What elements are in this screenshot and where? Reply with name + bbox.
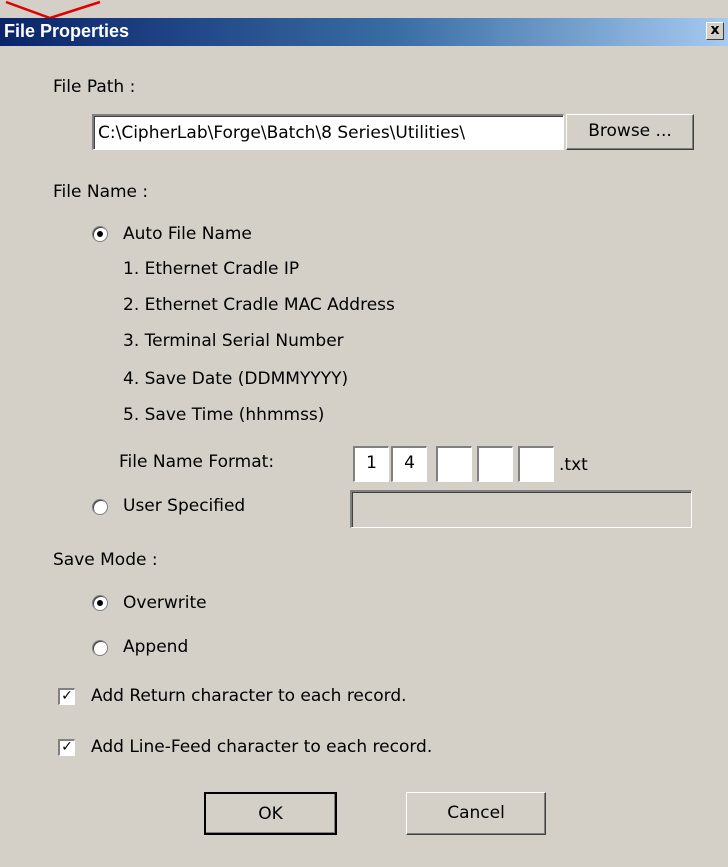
file-path-label: File Path : <box>53 77 136 97</box>
checkmark-icon: ✓ <box>61 739 73 755</box>
format-field-5[interactable] <box>518 446 554 482</box>
format-field-2[interactable]: 4 <box>391 446 427 482</box>
append-radio[interactable] <box>92 640 108 656</box>
option-item: 5. Save Time (hhmmss) <box>123 405 325 425</box>
format-field-3[interactable] <box>436 446 472 482</box>
add-linefeed-checkbox[interactable]: ✓ <box>58 739 75 756</box>
add-return-label[interactable]: Add Return character to each record. <box>91 686 407 706</box>
overwrite-label[interactable]: Overwrite <box>123 593 207 613</box>
title-bar[interactable]: File Properties x <box>0 18 728 46</box>
option-item: 4. Save Date (DDMMYYYY) <box>123 369 349 389</box>
add-linefeed-label[interactable]: Add Line-Feed character to each record. <box>91 737 432 757</box>
close-button[interactable]: x <box>706 22 724 40</box>
file-extension-label: .txt <box>559 455 588 475</box>
radio-selected-dot <box>97 231 103 237</box>
cancel-button[interactable]: Cancel <box>406 792 546 835</box>
option-item: 3. Terminal Serial Number <box>123 331 344 351</box>
auto-file-name-label[interactable]: Auto File Name <box>123 224 252 244</box>
overwrite-radio[interactable] <box>92 595 108 611</box>
format-field-1[interactable]: 1 <box>353 446 389 482</box>
append-label[interactable]: Append <box>123 637 188 657</box>
dialog-title: File Properties <box>4 21 130 41</box>
close-icon: x <box>710 22 720 38</box>
file-path-input[interactable]: C:\CipherLab\Forge\Batch\8 Series\Utilit… <box>92 114 564 150</box>
file-name-format-label: File Name Format: <box>119 452 275 472</box>
option-item: 2. Ethernet Cradle MAC Address <box>123 295 395 315</box>
user-specified-input[interactable] <box>350 490 692 528</box>
save-mode-label: Save Mode : <box>53 550 158 570</box>
file-name-label: File Name : <box>53 182 149 202</box>
browse-button[interactable]: Browse ... <box>566 114 694 150</box>
radio-selected-dot <box>97 600 103 606</box>
auto-file-name-radio[interactable] <box>92 226 108 242</box>
ok-button[interactable]: OK <box>204 792 337 835</box>
option-item: 1. Ethernet Cradle IP <box>123 259 300 279</box>
checkmark-icon: ✓ <box>61 688 73 704</box>
user-specified-radio[interactable] <box>92 499 108 515</box>
add-return-checkbox[interactable]: ✓ <box>58 688 75 705</box>
format-field-4[interactable] <box>477 446 513 482</box>
user-specified-label[interactable]: User Specified <box>123 496 245 516</box>
